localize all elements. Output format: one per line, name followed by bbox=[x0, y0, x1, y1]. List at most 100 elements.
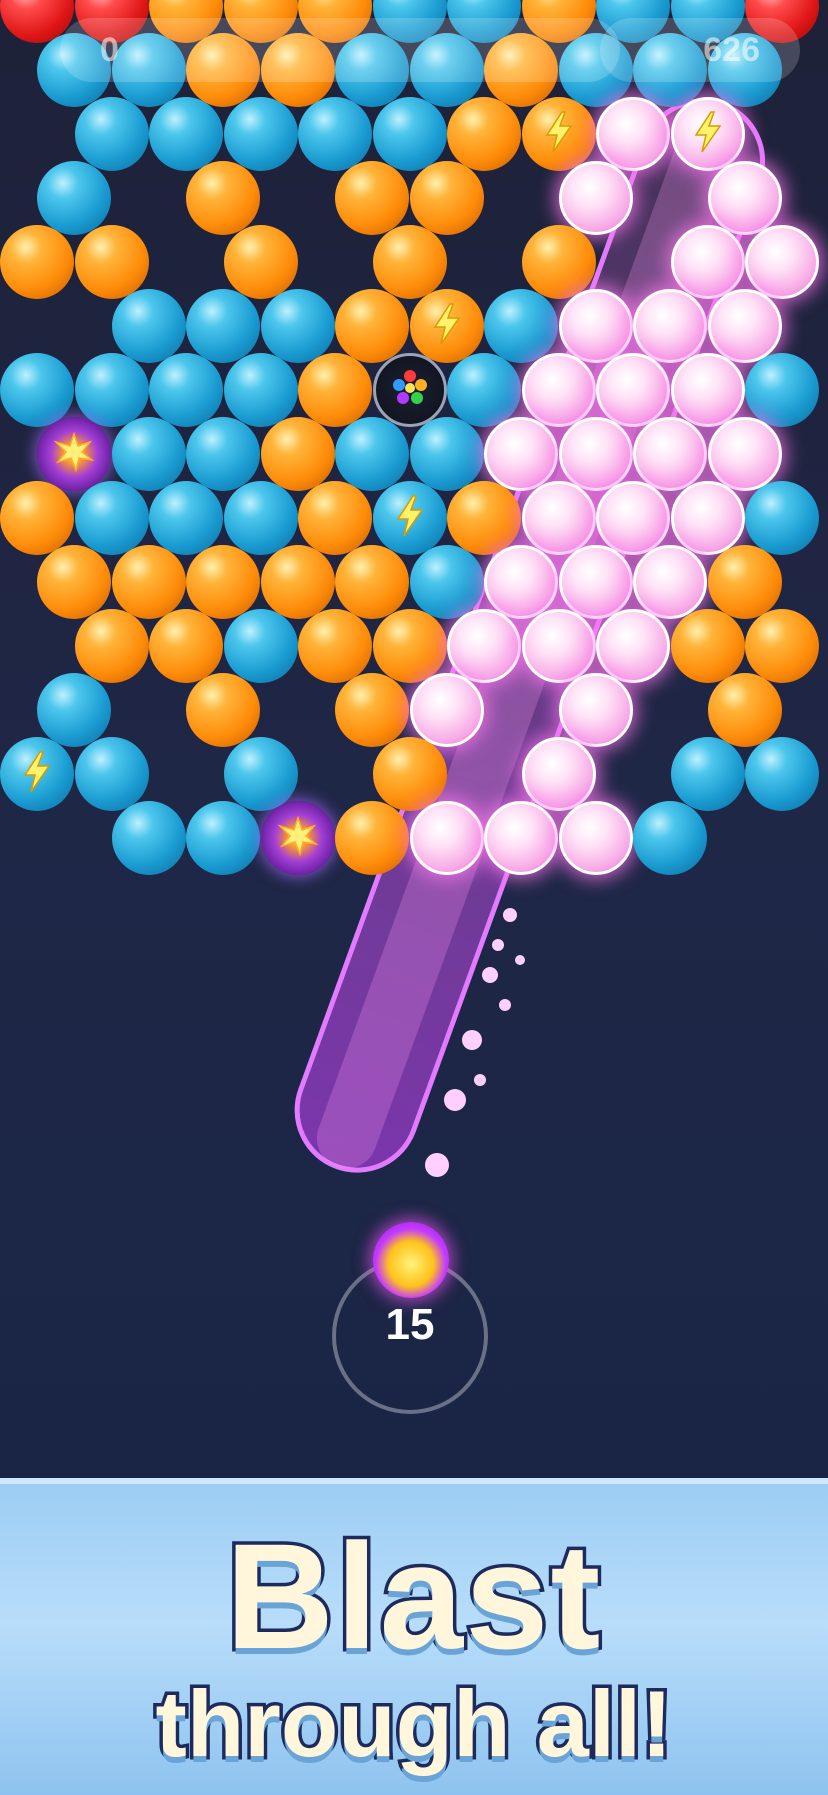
blue-bubble bbox=[298, 97, 372, 171]
pink-bubble bbox=[521, 737, 596, 811]
pink-bubble-bolt bbox=[670, 97, 745, 171]
blue-bubble bbox=[149, 97, 223, 171]
pink-bubble bbox=[670, 353, 745, 427]
orange-bubble bbox=[335, 545, 410, 619]
multicolor-icon bbox=[387, 365, 433, 416]
orange-bubble bbox=[298, 481, 372, 555]
blue-bubble bbox=[149, 353, 223, 427]
blue-bubble bbox=[223, 737, 298, 811]
blue-bubble bbox=[111, 289, 186, 363]
orange-bubble bbox=[670, 609, 745, 683]
game-board[interactable]: 0 626 15 bbox=[0, 0, 828, 1478]
orange-bubble bbox=[298, 353, 372, 427]
orange-bubble bbox=[0, 481, 74, 555]
blue-bubble bbox=[186, 417, 261, 491]
lightning-icon bbox=[542, 110, 576, 158]
pink-bubble bbox=[521, 481, 596, 555]
blue-bubble bbox=[223, 353, 298, 427]
blue-bubble bbox=[0, 353, 74, 427]
blue-bubble bbox=[223, 97, 298, 171]
pink-bubble bbox=[596, 609, 670, 683]
pink-bubble bbox=[707, 417, 782, 491]
orange-bubble bbox=[111, 545, 186, 619]
lightning-icon bbox=[393, 494, 427, 542]
pink-bubble bbox=[521, 353, 596, 427]
orange-bubble bbox=[372, 609, 447, 683]
burst-icon bbox=[52, 430, 96, 479]
orange-bubble bbox=[223, 225, 298, 299]
pink-bubble bbox=[633, 289, 708, 363]
orange-bubble bbox=[74, 609, 149, 683]
pink-bubble bbox=[409, 801, 484, 875]
blue-bubble bbox=[111, 801, 186, 875]
blue-bubble bbox=[335, 417, 410, 491]
blue-bubble bbox=[37, 673, 112, 747]
pink-bubble bbox=[745, 225, 819, 299]
blue-bubble bbox=[74, 481, 149, 555]
orange-bubble bbox=[707, 673, 782, 747]
pink-bubble bbox=[596, 481, 670, 555]
orange-bubble bbox=[707, 545, 782, 619]
pink-bubble bbox=[558, 673, 633, 747]
orange-bubble bbox=[74, 225, 149, 299]
coin-counter: 626 bbox=[600, 18, 800, 82]
orange-bubble bbox=[335, 801, 410, 875]
pink-bubble bbox=[484, 545, 559, 619]
remaining-shots: 15 bbox=[385, 1300, 435, 1349]
blue-bubble-bolt bbox=[0, 737, 74, 811]
orange-bubble-bolt bbox=[521, 97, 596, 171]
pink-bubble bbox=[670, 481, 745, 555]
orange-bubble bbox=[260, 545, 335, 619]
orange-bubble bbox=[335, 161, 410, 235]
blue-bubble-bolt bbox=[372, 481, 447, 555]
pink-bubble bbox=[596, 353, 670, 427]
blue-bubble bbox=[186, 801, 261, 875]
blue-bubble bbox=[260, 289, 335, 363]
orange-bubble bbox=[335, 673, 410, 747]
orange-bubble bbox=[186, 545, 261, 619]
blue-bubble bbox=[223, 609, 298, 683]
orange-bubble bbox=[447, 481, 521, 555]
banner-subheadline: through all! bbox=[152, 1668, 676, 1780]
blue-bubble bbox=[149, 481, 223, 555]
pink-bubble bbox=[558, 801, 633, 875]
blue-bubble bbox=[633, 801, 708, 875]
orange-bubble bbox=[372, 225, 447, 299]
orange-bubble bbox=[447, 97, 521, 171]
orange-bubble-bolt bbox=[409, 289, 484, 363]
pink-bubble bbox=[633, 417, 708, 491]
orange-bubble bbox=[372, 737, 447, 811]
orange-bubble bbox=[521, 225, 596, 299]
blue-bubble bbox=[409, 545, 484, 619]
blue-bubble bbox=[186, 289, 261, 363]
pink-bubble bbox=[558, 545, 633, 619]
blue-bubble bbox=[223, 481, 298, 555]
pink-bubble bbox=[484, 417, 559, 491]
score-bar: 0 bbox=[60, 18, 620, 82]
orange-bubble bbox=[186, 161, 261, 235]
pink-bubble bbox=[633, 545, 708, 619]
blue-bubble bbox=[37, 161, 112, 235]
blue-bubble bbox=[745, 481, 819, 555]
blue-bubble bbox=[74, 737, 149, 811]
orange-bubble bbox=[0, 225, 74, 299]
orange-bubble bbox=[409, 161, 484, 235]
orange-bubble bbox=[745, 609, 819, 683]
coin-value: 626 bbox=[703, 30, 760, 69]
blue-bubble bbox=[372, 97, 447, 171]
blue-bubble bbox=[74, 97, 149, 171]
pink-bubble bbox=[707, 161, 782, 235]
bomb-bubble bbox=[260, 801, 335, 875]
blue-bubble bbox=[409, 417, 484, 491]
pink-bubble bbox=[596, 97, 670, 171]
rainbow-bubble bbox=[372, 353, 447, 427]
bomb-bubble bbox=[37, 417, 112, 491]
pink-bubble bbox=[670, 225, 745, 299]
orange-bubble bbox=[186, 673, 261, 747]
pink-bubble bbox=[558, 417, 633, 491]
score-value: 0 bbox=[100, 30, 119, 69]
orange-bubble bbox=[298, 609, 372, 683]
blue-bubble bbox=[670, 737, 745, 811]
pink-bubble bbox=[521, 609, 596, 683]
current-bubble[interactable] bbox=[373, 1222, 449, 1298]
